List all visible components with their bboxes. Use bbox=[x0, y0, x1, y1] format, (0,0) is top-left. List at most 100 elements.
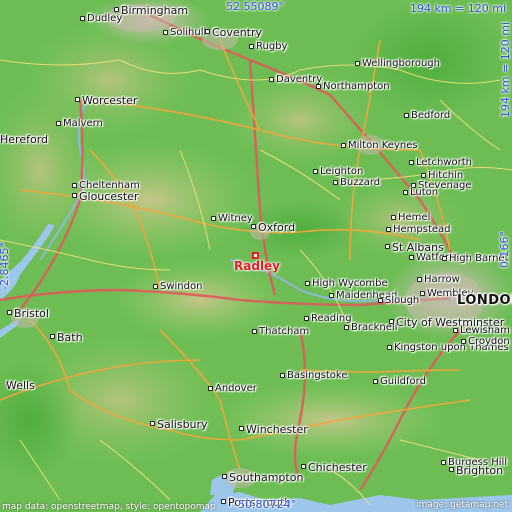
city-label-croydon[interactable]: Croydon bbox=[468, 336, 510, 347]
city-dot-icon bbox=[453, 328, 458, 333]
map-view[interactable]: Birmingham Dudley Solihull Coventry Rugby Dav… bbox=[0, 0, 512, 512]
city-dot-icon bbox=[404, 113, 409, 118]
city-dot-icon bbox=[329, 293, 334, 298]
city-dot-icon bbox=[280, 373, 285, 378]
coord-bottom: 50.80724° bbox=[238, 498, 296, 511]
city-label-reading[interactable]: Reading bbox=[311, 313, 352, 324]
city-dot-icon bbox=[341, 143, 346, 148]
city-dot-icon bbox=[355, 61, 360, 66]
city-dot-icon bbox=[417, 277, 422, 282]
city-dot-icon bbox=[305, 281, 310, 286]
city-label-letchworth[interactable]: Letchworth bbox=[416, 157, 472, 168]
city-dot-icon bbox=[252, 329, 257, 334]
city-label-slough[interactable]: Slough bbox=[385, 295, 419, 306]
city-label-bath[interactable]: Bath bbox=[57, 331, 83, 344]
city-dot-icon bbox=[409, 255, 414, 260]
city-label-brighton[interactable]: Brighton bbox=[456, 464, 503, 477]
city-dot-icon bbox=[344, 325, 349, 330]
city-dot-icon bbox=[441, 460, 446, 465]
city-dot-icon bbox=[333, 180, 338, 185]
city-label-malvern[interactable]: Malvern bbox=[63, 118, 103, 129]
coord-left: -2.8465° bbox=[0, 242, 11, 290]
city-dot-icon bbox=[301, 464, 306, 469]
city-dot-icon bbox=[316, 84, 321, 89]
city-label-rugby[interactable]: Rugby bbox=[256, 41, 287, 52]
city-label-buzzard[interactable]: Buzzard bbox=[340, 177, 380, 188]
city-label-winchester[interactable]: Winchester bbox=[246, 423, 308, 436]
city-dot-icon bbox=[222, 474, 227, 479]
city-dot-icon bbox=[208, 386, 213, 391]
city-dot-icon bbox=[373, 379, 378, 384]
city-label-milton-keynes[interactable]: Milton Keynes bbox=[348, 140, 418, 151]
city-label-coventry[interactable]: Coventry bbox=[212, 26, 262, 39]
city-dot-icon bbox=[239, 426, 244, 431]
city-label-gloucester[interactable]: Gloucester bbox=[79, 190, 138, 203]
city-dot-icon bbox=[221, 499, 226, 504]
city-dot-icon bbox=[211, 216, 216, 221]
city-dot-icon bbox=[387, 345, 392, 350]
city-label-swindon[interactable]: Swindon bbox=[160, 281, 202, 292]
city-label-harrow[interactable]: Harrow bbox=[424, 274, 460, 285]
city-label-oxford[interactable]: Oxford bbox=[258, 221, 295, 234]
city-label-chichester[interactable]: Chichester bbox=[308, 461, 367, 474]
city-label-luton[interactable]: Luton bbox=[410, 187, 438, 198]
city-dot-icon bbox=[114, 7, 119, 12]
city-dot-icon bbox=[389, 319, 394, 324]
coord-right: 0.166° bbox=[498, 231, 511, 268]
city-label-basingstoke[interactable]: Basingstoke bbox=[287, 370, 348, 381]
city-label-birmingham[interactable]: Birmingham bbox=[121, 4, 188, 17]
image-attribution: image: getamap.net bbox=[416, 500, 508, 510]
city-label-bedford[interactable]: Bedford bbox=[411, 110, 450, 121]
city-label-witney[interactable]: Witney bbox=[218, 213, 253, 224]
city-label-hemel[interactable]: Hemel bbox=[398, 212, 430, 223]
city-label-worcester[interactable]: Worcester bbox=[82, 94, 137, 107]
city-dot-icon bbox=[442, 256, 447, 261]
city-dot-icon bbox=[391, 215, 396, 220]
city-dot-icon bbox=[378, 298, 383, 303]
city-dot-icon bbox=[7, 310, 12, 315]
city-dot-icon bbox=[75, 97, 80, 102]
city-dot-icon bbox=[163, 30, 168, 35]
city-label-leighton[interactable]: Leighton bbox=[320, 166, 363, 177]
city-label-wellingborough[interactable]: Wellingborough bbox=[362, 58, 440, 69]
city-dot-icon bbox=[449, 467, 454, 472]
city-label-london[interactable]: LONDON bbox=[457, 293, 512, 308]
city-dot-icon bbox=[72, 193, 77, 198]
city-dot-icon bbox=[385, 244, 390, 249]
city-dot-icon bbox=[304, 316, 309, 321]
city-label-bristol[interactable]: Bristol bbox=[14, 307, 49, 320]
city-label-lewisham[interactable]: Lewisham bbox=[460, 325, 510, 336]
city-dot-icon bbox=[205, 29, 210, 34]
city-dot-icon bbox=[150, 421, 155, 426]
city-dot-icon bbox=[153, 284, 158, 289]
city-dot-icon bbox=[50, 334, 55, 339]
city-label-high-wycombe[interactable]: High Wycombe bbox=[312, 278, 388, 289]
city-dot-icon bbox=[420, 291, 425, 296]
city-label-thatcham[interactable]: Thatcham bbox=[259, 326, 309, 337]
city-dot-icon bbox=[386, 227, 391, 232]
city-dot-icon bbox=[80, 16, 85, 21]
city-dot-icon bbox=[313, 169, 318, 174]
city-label-andover[interactable]: Andover bbox=[215, 383, 257, 394]
scale-bar-horizontal: 194 km = 120 mi bbox=[410, 2, 507, 15]
city-dot-icon bbox=[56, 121, 61, 126]
city-label-hereford[interactable]: Hereford bbox=[0, 133, 48, 146]
city-label-salisbury[interactable]: Salisbury bbox=[157, 418, 208, 431]
city-dot-icon bbox=[251, 224, 256, 229]
city-dot-icon bbox=[249, 44, 254, 49]
city-label-solihull[interactable]: Solihull bbox=[170, 27, 206, 38]
target-marker-icon[interactable] bbox=[252, 252, 259, 259]
city-label-southampton[interactable]: Southampton bbox=[229, 471, 303, 484]
city-label-guildford[interactable]: Guildford bbox=[380, 376, 426, 387]
city-dot-icon bbox=[269, 77, 274, 82]
city-label-northampton[interactable]: Northampton bbox=[323, 81, 390, 92]
city-label-dudley[interactable]: Dudley bbox=[87, 13, 122, 24]
city-dot-icon bbox=[403, 190, 408, 195]
target-city-label[interactable]: Radley bbox=[234, 259, 280, 273]
city-dot-icon bbox=[421, 173, 426, 178]
map-attribution: map data: openstreetmap, style: opentopo… bbox=[2, 502, 216, 512]
city-dot-icon bbox=[72, 183, 77, 188]
city-label-wells[interactable]: Wells bbox=[6, 379, 35, 392]
city-label-hempstead[interactable]: Hempstead bbox=[393, 224, 451, 235]
coord-top: 52.55089° bbox=[226, 0, 284, 13]
